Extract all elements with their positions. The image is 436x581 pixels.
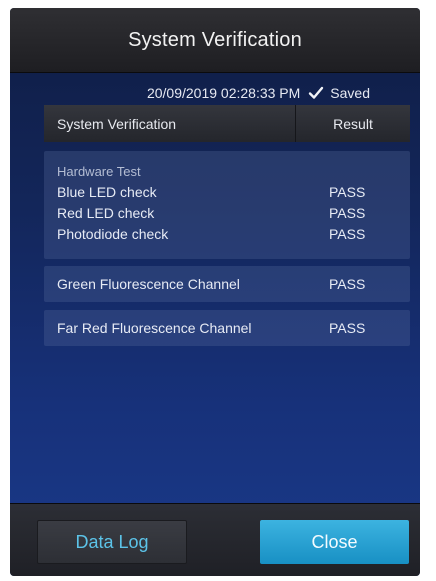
close-button[interactable]: Close [260, 520, 409, 564]
table-row: Far Red Fluorescence Channel PASS [44, 310, 410, 346]
table-row: Red LED check PASS [44, 202, 410, 223]
timestamp: 20/09/2019 02:28:33 PM [146, 85, 301, 101]
test-result: PASS [329, 320, 366, 336]
test-result: PASS [329, 204, 366, 221]
table-row: Blue LED check PASS [44, 181, 410, 202]
data-log-button[interactable]: Data Log [37, 520, 187, 564]
green-channel-row: Green Fluorescence Channel PASS [44, 266, 410, 302]
far-red-channel-row: Far Red Fluorescence Channel PASS [44, 310, 410, 346]
test-name: Blue LED check [57, 183, 157, 200]
save-status: 20/09/2019 02:28:33 PM Saved [10, 82, 420, 104]
footer-bar: Data Log Close [10, 503, 420, 576]
verification-screen: System Verification 20/09/2019 02:28:33 … [10, 8, 420, 576]
column-header-test: System Verification [44, 105, 296, 142]
saved-label: Saved [330, 85, 370, 101]
checkmark-icon [308, 85, 324, 101]
column-header-result: Result [333, 115, 373, 132]
test-name: Green Fluorescence Channel [57, 276, 240, 292]
test-result: PASS [329, 225, 366, 242]
table-row: Green Fluorescence Channel PASS [44, 266, 410, 302]
test-result: PASS [329, 276, 366, 292]
table-row: Photodiode check PASS [44, 223, 410, 244]
group-title: Hardware Test [57, 164, 141, 179]
table-header: System Verification Result [44, 105, 410, 142]
test-name: Far Red Fluorescence Channel [57, 320, 252, 336]
hardware-test-group: Hardware Test Blue LED check PASS Red LE… [44, 151, 410, 259]
test-name: Photodiode check [57, 225, 169, 242]
test-name: Red LED check [57, 204, 155, 221]
test-result: PASS [329, 183, 366, 200]
title-bar: System Verification [10, 8, 420, 73]
page-title: System Verification [128, 28, 302, 51]
